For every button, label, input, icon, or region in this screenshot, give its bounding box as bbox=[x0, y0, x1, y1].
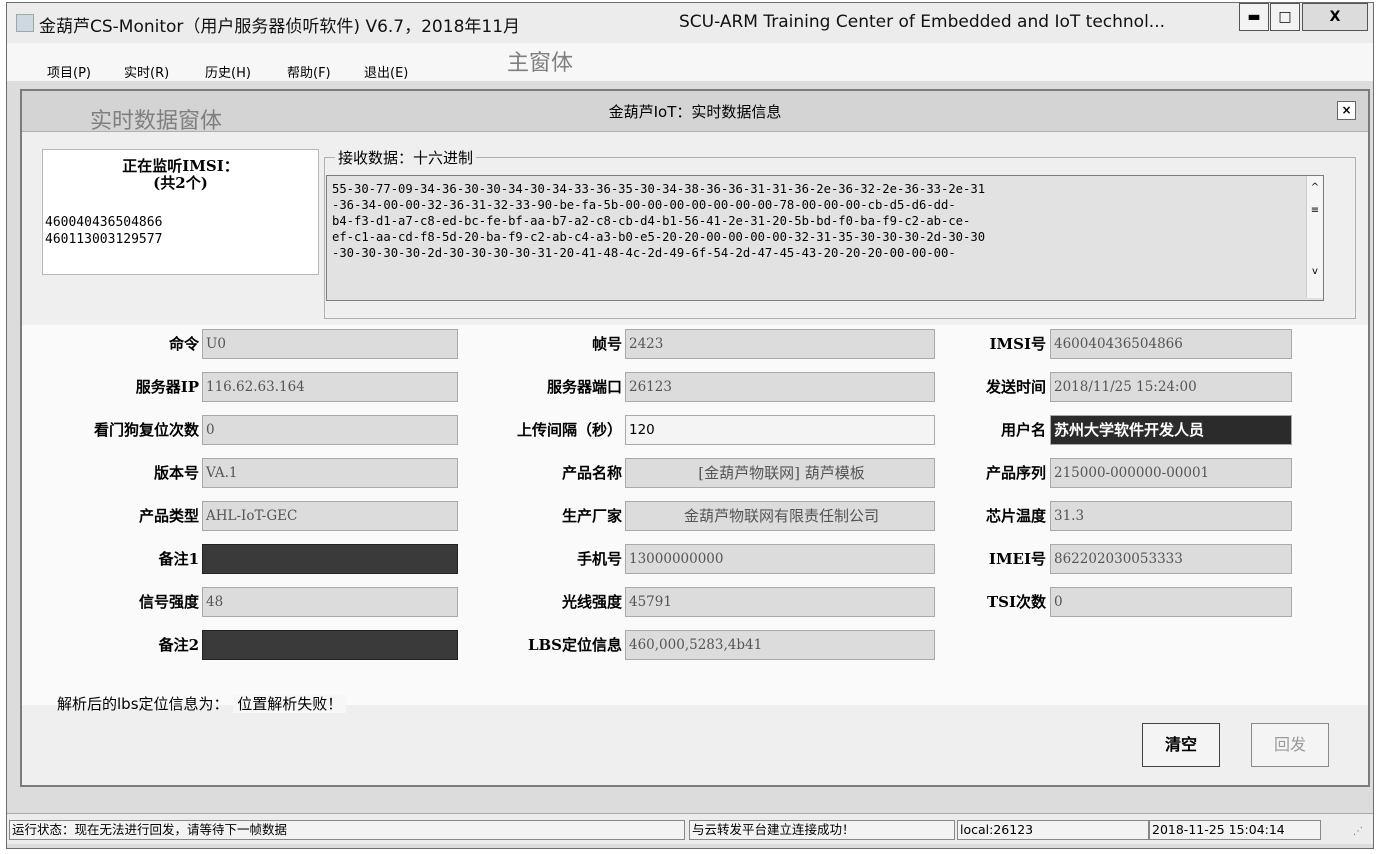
hex-line: -30-30-30-30-2d-30-30-30-30-31-20-41-48-… bbox=[332, 246, 956, 260]
menu-item-project[interactable]: 项目(P) bbox=[47, 62, 91, 81]
reply-button[interactable]: 回发 bbox=[1251, 723, 1329, 767]
field-label-manufacturer: 生产厂家 bbox=[561, 507, 622, 525]
clear-button[interactable]: 清空 bbox=[1142, 723, 1220, 767]
field-label-product-type: 产品类型 bbox=[138, 507, 199, 525]
app-icon bbox=[16, 14, 34, 32]
status-bar: 运行状态：现在无法进行回发，请等待下一帧数据 与云转发平台建立连接成功！ loc… bbox=[7, 813, 1373, 844]
hex-line: -36-34-00-00-32-36-31-32-33-90-be-fa-5b-… bbox=[332, 198, 956, 212]
field-remark2[interactable] bbox=[202, 630, 458, 660]
field-label-product-name: 产品名称 bbox=[561, 464, 622, 482]
field-light-intensity[interactable]: 45791 bbox=[625, 587, 935, 617]
field-server-port[interactable]: 26123 bbox=[625, 372, 935, 402]
field-label-watchdog-resets: 看门狗复位次数 bbox=[93, 421, 199, 439]
field-label-phone: 手机号 bbox=[576, 550, 622, 568]
field-manufacturer[interactable]: 金葫芦物联网有限责任制公司 bbox=[625, 501, 935, 531]
field-chip-temp[interactable]: 31.3 bbox=[1050, 501, 1292, 531]
child-close-button[interactable]: × bbox=[1337, 101, 1356, 120]
lbs-result-label: 解析后的lbs定位信息为： bbox=[57, 695, 229, 713]
status-run-state: 运行状态：现在无法进行回发，请等待下一帧数据 bbox=[9, 820, 685, 840]
field-label-signal-strength: 信号强度 bbox=[138, 593, 199, 611]
field-label-send-time: 发送时间 bbox=[985, 378, 1046, 396]
vertical-scrollbar[interactable]: ^ ≡ v bbox=[1306, 176, 1323, 298]
field-command[interactable]: U0 bbox=[202, 329, 458, 359]
menu-item-history[interactable]: 历史(H) bbox=[205, 62, 251, 81]
field-label-server-port: 服务器端口 bbox=[546, 378, 622, 396]
realtime-data-window: 实时数据窗体 金葫芦IoT：实时数据信息 × 正在监听IMSI： (共2个) 4… bbox=[20, 89, 1370, 787]
hex-line: b4-f3-d1-a7-c8-ed-bc-fe-bf-aa-b7-a2-c8-c… bbox=[332, 214, 971, 228]
hex-line: ef-c1-aa-cd-f8-5d-20-ba-f9-c2-ab-c4-a3-b… bbox=[332, 230, 986, 244]
field-label-light-intensity: 光线强度 bbox=[561, 593, 622, 611]
title-bar: 金葫芦CS-Monitor（用户服务器侦听软件) V6.7，2018年11月 S… bbox=[7, 3, 1373, 43]
field-label-upload-interval: 上传间隔（秒） bbox=[516, 421, 622, 439]
field-imsi[interactable]: 460040436504866 bbox=[1050, 329, 1292, 359]
field-imei[interactable]: 862202030053333 bbox=[1050, 544, 1292, 574]
status-cloud-connection: 与云转发平台建立连接成功！ bbox=[689, 820, 955, 840]
field-username[interactable]: 苏州大学软件开发人员 bbox=[1050, 415, 1292, 445]
received-data-label: 接收数据：十六进制 bbox=[335, 147, 477, 168]
field-label-imsi: IMSI号 bbox=[989, 335, 1046, 353]
imsi-count: (共2个) bbox=[153, 174, 208, 192]
field-product-name[interactable]: [金葫芦物联网] 葫芦模板 bbox=[625, 458, 935, 488]
scroll-up-icon[interactable]: ^ bbox=[1307, 182, 1323, 193]
received-data-textbox[interactable]: 55-30-77-09-34-36-30-30-34-30-34-33-36-3… bbox=[326, 175, 1324, 301]
hex-data: 55-30-77-09-34-36-30-30-34-30-34-33-36-3… bbox=[332, 181, 1300, 261]
field-product-serial[interactable]: 215000-000000-00001 bbox=[1050, 458, 1292, 488]
field-product-type[interactable]: AHL-IoT-GEC bbox=[202, 501, 458, 531]
window-title-right: SCU-ARM Training Center of Embedded and … bbox=[679, 12, 1166, 32]
lbs-result-value: 位置解析失败！ bbox=[233, 695, 347, 713]
imsi-heading: 正在监听IMSI： (共2个) bbox=[43, 158, 318, 192]
field-frame-no[interactable]: 2423 bbox=[625, 329, 935, 359]
field-version[interactable]: VA.1 bbox=[202, 458, 458, 488]
field-phone[interactable]: 13000000000 bbox=[625, 544, 935, 574]
field-signal-strength[interactable]: 48 bbox=[202, 587, 458, 617]
maximize-button[interactable]: □ bbox=[1270, 3, 1300, 31]
field-label-tsi-count: TSI次数 bbox=[986, 593, 1046, 611]
menu-item-help[interactable]: 帮助(F) bbox=[287, 62, 331, 81]
status-time: 2018-11-25 15:04:14 bbox=[1149, 820, 1321, 840]
minimize-button[interactable]: ▬ bbox=[1239, 3, 1269, 31]
fields-area: 命令 U0 服务器IP 116.62.63.164 看门狗复位次数 0 版本号 … bbox=[22, 325, 1368, 705]
field-lbs-info[interactable]: 460,000,5283,4b41 bbox=[625, 630, 935, 660]
menu-item-exit[interactable]: 退出(E) bbox=[364, 62, 408, 81]
field-server-ip[interactable]: 116.62.63.164 bbox=[202, 372, 458, 402]
menu-item-realtime[interactable]: 实时(R) bbox=[124, 62, 169, 81]
annotation-main-window: 主窗体 bbox=[507, 51, 574, 76]
field-label-product-serial: 产品序列 bbox=[985, 464, 1046, 482]
field-tsi-count[interactable]: 0 bbox=[1050, 587, 1292, 617]
window-title: 金葫芦CS-Monitor（用户服务器侦听软件) V6.7，2018年11月 bbox=[39, 17, 521, 37]
field-label-chip-temp: 芯片温度 bbox=[985, 507, 1046, 525]
imsi-panel: 正在监听IMSI： (共2个) 460040436504866 46011300… bbox=[42, 149, 319, 275]
child-title-bar: 实时数据窗体 金葫芦IoT：实时数据信息 × bbox=[22, 91, 1368, 134]
field-upload-interval[interactable]: 120 bbox=[625, 415, 935, 445]
scroll-down-icon[interactable]: v bbox=[1307, 266, 1323, 277]
main-window: 金葫芦CS-Monitor（用户服务器侦听软件) V6.7，2018年11月 S… bbox=[6, 2, 1374, 849]
field-label-username: 用户名 bbox=[1000, 421, 1046, 439]
field-label-server-ip: 服务器IP bbox=[135, 378, 199, 396]
child-window-title: 金葫芦IoT：实时数据信息 bbox=[608, 103, 782, 121]
lbs-result: 解析后的lbs定位信息为： 位置解析失败！ bbox=[57, 693, 347, 714]
imsi-list[interactable]: 460040436504866 460113003129577 bbox=[45, 214, 162, 248]
field-remark1[interactable] bbox=[202, 544, 458, 574]
field-label-remark1: 备注1 bbox=[158, 550, 199, 568]
field-label-frame-no: 帧号 bbox=[591, 335, 622, 353]
hex-line: 55-30-77-09-34-36-30-30-34-30-34-33-36-3… bbox=[332, 182, 986, 196]
status-local-port: local:26123 bbox=[957, 820, 1149, 840]
imsi-heading-label: 正在监听IMSI： bbox=[122, 157, 239, 175]
field-label-lbs-info: LBS定位信息 bbox=[527, 636, 622, 654]
field-label-command: 命令 bbox=[168, 335, 199, 353]
imsi-list-item[interactable]: 460113003129577 bbox=[45, 231, 162, 248]
field-label-remark2: 备注2 bbox=[158, 636, 199, 654]
close-button[interactable]: X bbox=[1302, 3, 1368, 31]
field-label-version: 版本号 bbox=[153, 464, 199, 482]
field-label-imei: IMEI号 bbox=[988, 550, 1046, 568]
scroll-thumb-icon[interactable]: ≡ bbox=[1307, 205, 1323, 216]
field-watchdog-resets[interactable]: 0 bbox=[202, 415, 458, 445]
imsi-list-item[interactable]: 460040436504866 bbox=[45, 214, 162, 231]
resize-grip-icon[interactable]: ⋰ bbox=[1353, 826, 1363, 837]
field-send-time[interactable]: 2018/11/25 15:24:00 bbox=[1050, 372, 1292, 402]
menu-bar: 项目(P) 实时(R) 历史(H) 帮助(F) 退出(E) 主窗体 bbox=[7, 43, 1373, 81]
